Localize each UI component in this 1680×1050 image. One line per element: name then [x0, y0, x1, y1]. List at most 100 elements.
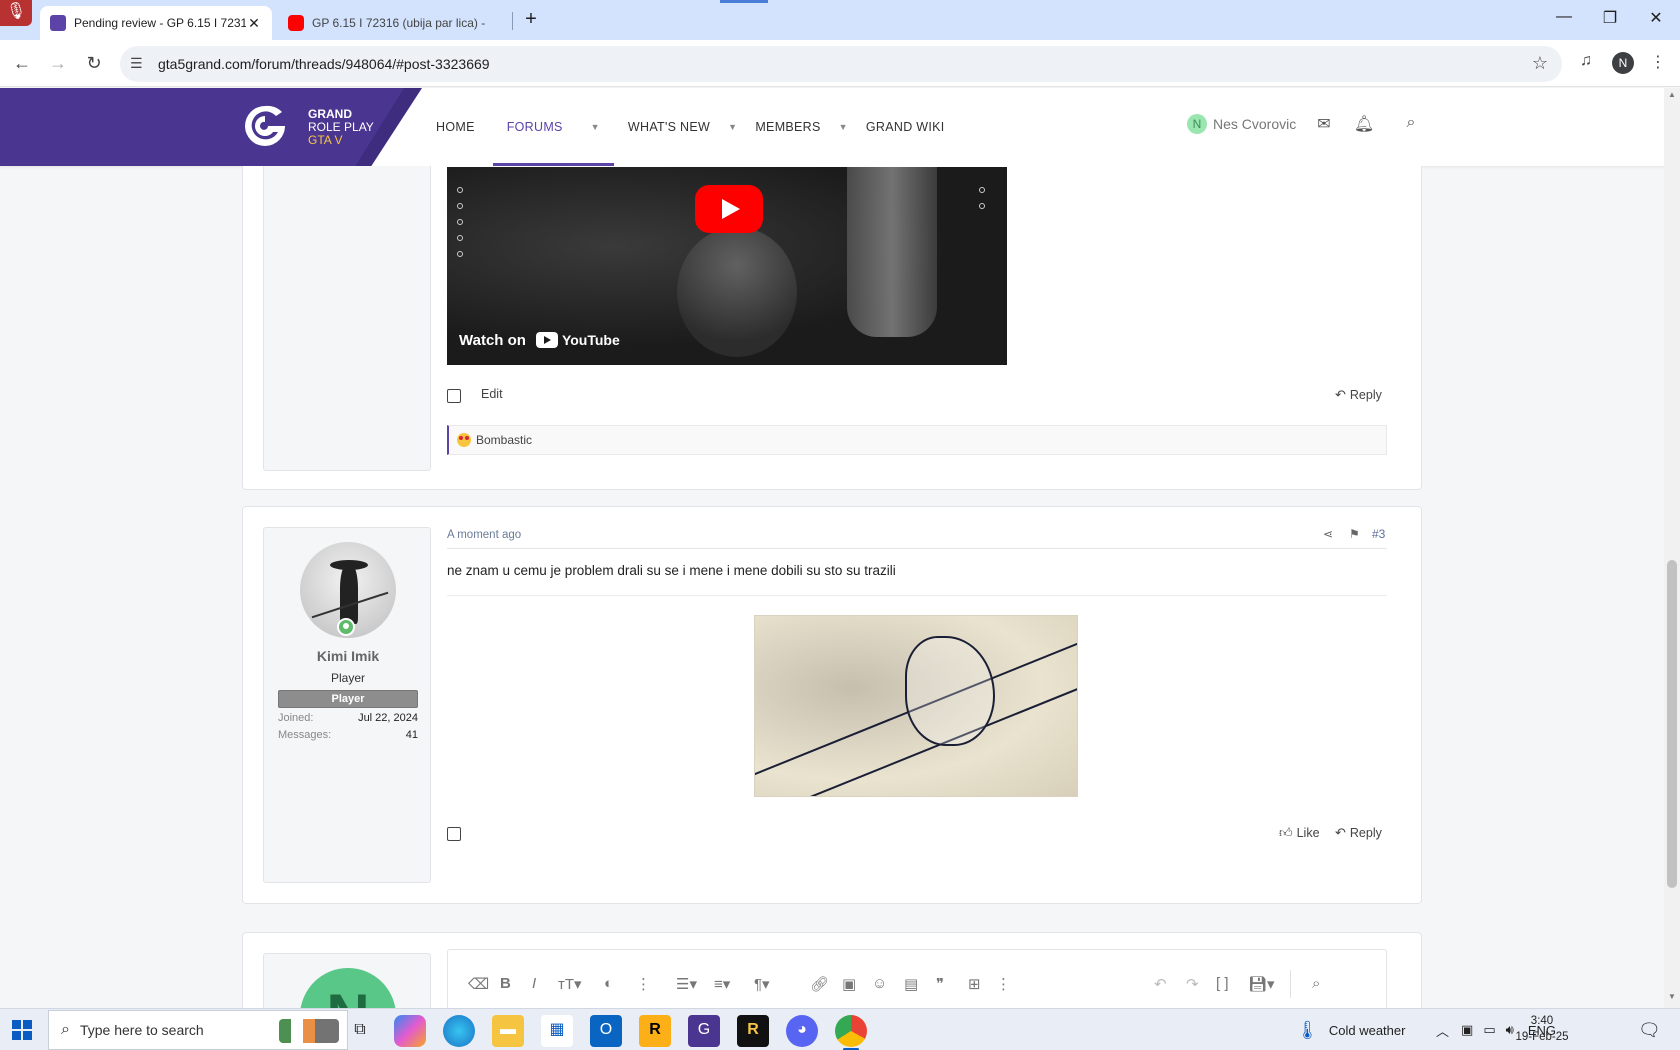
stat-label: Joined:: [278, 712, 314, 724]
play-button[interactable]: [695, 185, 763, 233]
url-text[interactable]: gta5grand.com/forum/threads/948064/#post…: [158, 56, 490, 72]
post-number[interactable]: #3: [1372, 527, 1385, 541]
nav-forums[interactable]: FORUMS ▼: [492, 88, 615, 166]
edge-icon[interactable]: [443, 1015, 475, 1047]
minimize-icon[interactable]: —: [1552, 8, 1576, 32]
taskbar-clock[interactable]: 3:40 19-Feb-25: [1508, 1013, 1576, 1045]
grand-launcher-icon[interactable]: G: [688, 1015, 720, 1047]
youtube-embed[interactable]: Watch on YouTube: [447, 167, 1007, 365]
smilie-icon[interactable]: ☺: [872, 975, 887, 992]
eraser-icon[interactable]: ⌫: [468, 975, 489, 993]
browser-tab-strip: 🎙 Pending review - GP 6.15 I 72316 ✕ GP …: [0, 0, 1680, 40]
post-username[interactable]: Kimi Imik: [264, 648, 432, 664]
browser-menu-icon[interactable]: ⋮: [1646, 52, 1670, 76]
outlook-icon[interactable]: O: [590, 1015, 622, 1047]
tab-separator: [512, 12, 513, 30]
chevron-down-icon[interactable]: ▼: [591, 122, 600, 132]
meet-now-icon[interactable]: ▣: [1461, 1022, 1473, 1038]
scroll-down-icon[interactable]: ▼: [1664, 992, 1680, 1006]
chrome-icon[interactable]: [835, 1015, 867, 1050]
palette-icon[interactable]: ◐: [604, 975, 613, 992]
toggle-bbcode-icon[interactable]: [ ]: [1216, 975, 1229, 992]
bell-icon[interactable]: 🔔︎: [1353, 114, 1375, 136]
italic-icon[interactable]: I: [532, 975, 536, 992]
microsoft-store-icon[interactable]: ▦: [541, 1015, 573, 1047]
list-icon[interactable]: ☰▾: [676, 975, 697, 993]
preview-icon[interactable]: ⌕: [1312, 975, 1320, 992]
share-icon[interactable]: ⋖: [1323, 527, 1333, 541]
nav-whats-new[interactable]: WHAT'S NEW ▼: [628, 88, 737, 166]
post-timestamp[interactable]: A moment ago: [447, 529, 521, 541]
chevron-down-icon[interactable]: ▼: [839, 122, 848, 132]
select-post-checkbox[interactable]: [447, 389, 461, 403]
close-tab-icon[interactable]: ✕: [246, 15, 262, 32]
page-scrollbar[interactable]: ▲ ▼: [1664, 88, 1680, 1008]
toolbar-separator: [1290, 970, 1291, 998]
reply-icon: ↶: [1335, 825, 1346, 840]
text-size-icon[interactable]: тT▾: [558, 975, 582, 993]
edit-link[interactable]: Edit: [481, 387, 503, 401]
brand-text[interactable]: GRAND ROLE PLAY GTA V: [308, 108, 374, 147]
attached-image[interactable]: [754, 615, 1078, 797]
rockstar-icon[interactable]: R: [639, 1015, 671, 1047]
back-icon[interactable]: ←: [10, 52, 34, 76]
nav-members[interactable]: MEMBERS ▼: [755, 88, 848, 166]
scrollbar-thumb[interactable]: [1667, 560, 1677, 888]
bookmark-icon[interactable]: ⚑: [1349, 527, 1360, 541]
bookmark-star-icon[interactable]: ☆: [1532, 53, 1548, 74]
chevron-down-icon[interactable]: ▼: [728, 122, 737, 132]
reload-icon[interactable]: ↻: [82, 52, 106, 76]
reactions-bar[interactable]: Bombastic: [447, 425, 1387, 455]
select-post-checkbox[interactable]: [447, 827, 461, 841]
paragraph-icon[interactable]: ¶▾: [754, 975, 770, 993]
post-body: A moment ago ⋖ ⚑ #3 ne znam u cemu je pr…: [447, 507, 1387, 887]
site-header: GRAND ROLE PLAY GTA V HOME FORUMS ▼ WHAT'…: [0, 88, 1664, 166]
site-info-icon[interactable]: ☰: [130, 55, 143, 72]
scroll-up-icon[interactable]: ▲: [1664, 90, 1680, 104]
taskbar-search-box[interactable]: ⌕ Type here to search: [48, 1010, 348, 1050]
table-icon[interactable]: ⊞: [968, 975, 981, 993]
nav-home[interactable]: HOME: [436, 88, 475, 166]
file-explorer-icon[interactable]: ▬: [492, 1015, 524, 1047]
notification-center-icon[interactable]: 🗨︎: [1638, 1009, 1661, 1050]
task-view-icon[interactable]: ⧉: [344, 1015, 376, 1047]
grand-logo-icon[interactable]: [240, 102, 290, 150]
link-icon[interactable]: 🔗︎: [810, 975, 829, 993]
reply-link[interactable]: ↶ Reply: [1335, 825, 1382, 841]
tab-youtube-video[interactable]: GP 6.15 I 72316 (ubija par lica) -: [278, 6, 510, 40]
chevron-up-icon[interactable]: ︿: [1436, 1021, 1449, 1040]
more-options-icon[interactable]: ⋮: [636, 975, 651, 993]
like-link[interactable]: 👍︎ Like: [1279, 825, 1320, 841]
stat-value[interactable]: 41: [406, 729, 418, 741]
new-tab-button[interactable]: +: [520, 8, 542, 32]
image-icon[interactable]: ▣: [842, 975, 856, 993]
copilot-icon[interactable]: [394, 1015, 426, 1047]
media-icon[interactable]: ▤: [904, 975, 918, 993]
address-bar[interactable]: ☰ gta5grand.com/forum/threads/948064/#po…: [120, 46, 1562, 82]
nav-grand-wiki[interactable]: GRAND WIKI: [866, 88, 945, 166]
more-options-icon[interactable]: ⋮: [996, 975, 1011, 993]
bold-icon[interactable]: B: [500, 975, 511, 992]
weather-widget[interactable]: 🌡︎ Cold weather: [1296, 1009, 1405, 1050]
redo-icon[interactable]: ↷: [1186, 975, 1199, 993]
quote-icon[interactable]: ❞: [936, 975, 944, 993]
undo-icon[interactable]: ↶: [1154, 975, 1167, 993]
network-icon[interactable]: ▭: [1483, 1022, 1495, 1038]
profile-avatar[interactable]: N: [1612, 52, 1634, 74]
watch-on-youtube-button[interactable]: Watch on YouTube: [459, 325, 620, 355]
windows-start-icon[interactable]: [12, 1020, 32, 1040]
recording-icon[interactable]: 🎙: [0, 0, 32, 26]
close-window-icon[interactable]: ✕: [1644, 8, 1668, 32]
forward-icon[interactable]: →: [46, 52, 70, 76]
reply-link[interactable]: ↶ Reply: [1335, 387, 1382, 403]
tab-pending-review[interactable]: Pending review - GP 6.15 I 72316 ✕: [40, 6, 272, 40]
search-icon[interactable]: ⌕: [1400, 114, 1422, 136]
align-icon[interactable]: ≡▾: [714, 975, 730, 993]
account-menu[interactable]: N Nes Cvorovic: [1187, 112, 1296, 136]
drafts-icon[interactable]: 💾︎▾: [1248, 975, 1275, 993]
envelope-icon[interactable]: ✉: [1313, 114, 1335, 136]
restore-icon[interactable]: ❐: [1598, 8, 1622, 32]
discord-icon[interactable]: ◕: [786, 1015, 818, 1047]
media-control-icon[interactable]: ♫: [1574, 52, 1598, 76]
rage-launcher-icon[interactable]: R: [737, 1015, 769, 1047]
